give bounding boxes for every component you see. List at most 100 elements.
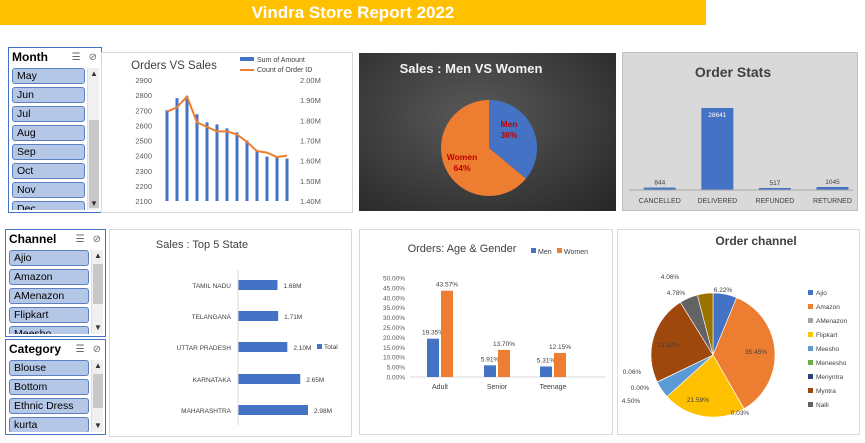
legend-swatch (808, 332, 813, 337)
slicer-item-may[interactable]: May (12, 68, 85, 84)
data-label: 5.91% (481, 356, 500, 363)
slicer-item-dec[interactable]: Dec (12, 201, 85, 210)
legend-swatch (557, 248, 562, 253)
legend-swatch (808, 360, 813, 365)
clear-filter-icon[interactable]: ⊘ (89, 52, 97, 63)
y-tick-label: 20.00% (383, 335, 405, 342)
scroll-up-icon[interactable]: ▲ (88, 68, 100, 80)
channel-slicer-header: Channel ☰ ⊘ (6, 230, 105, 248)
slicer-item-blouse[interactable]: Blouse (9, 360, 89, 376)
data-label: 0.00% (631, 385, 650, 392)
scroll-down-icon[interactable]: ▼ (92, 420, 104, 432)
legend-label: Men (538, 249, 552, 256)
bar (175, 98, 179, 201)
data-label: 0.06% (623, 369, 642, 376)
top-state-chart: Sales : Top 5 State TAMIL NADU 1.68M TELANG… (156, 239, 338, 425)
multi-select-icon[interactable]: ☰ (76, 344, 85, 355)
legend-label: Ajio (816, 290, 827, 297)
slicer-item-kurta[interactable]: kurta (9, 417, 89, 432)
x-tick-label: Senior (487, 384, 508, 391)
y-tick-label: TAMIL NADU (192, 283, 231, 290)
slicer-item-meesho[interactable]: Meesho (9, 326, 89, 334)
slicer-item-amenazon[interactable]: AMenazon (9, 288, 89, 304)
legend-label: Flipkart (816, 332, 838, 339)
slicer-item-oct[interactable]: Oct (12, 163, 85, 179)
legend-label: Women (564, 249, 588, 256)
month-slicer-title: Month (12, 50, 48, 64)
slicer-item-ethnic-dress[interactable]: Ethnic Dress (9, 398, 89, 414)
bar (215, 124, 219, 201)
data-label: 844 (654, 180, 665, 187)
slice-value: 64% (453, 163, 470, 173)
category-slicer-list: Blouse Bottom Ethnic Dress kurta (9, 360, 89, 432)
order-stats-panel[interactable]: Order Stats 844 CANCELLED 28641 DELIVERED 517… (622, 52, 858, 211)
scroll-down-icon[interactable]: ▼ (88, 198, 100, 210)
scroll-thumb[interactable] (93, 374, 103, 408)
y-tick-label: 25.00% (383, 325, 405, 332)
chart-title: Orders VS Sales (131, 60, 217, 72)
scroll-up-icon[interactable]: ▲ (92, 360, 104, 372)
month-slicer-list: May Jun Jul Aug Sep Oct Nov Dec (12, 68, 85, 210)
slicer-item-sep[interactable]: Sep (12, 144, 85, 160)
data-label: 43.57% (436, 282, 458, 289)
chart-title: Sales : Top 5 State (156, 239, 248, 251)
bar (554, 352, 566, 377)
chart-title: Order Stats (695, 64, 771, 80)
y-tick-label: 45.00% (383, 285, 405, 292)
order-channel-panel[interactable]: Order channel 6.22% 35.45% 0.03% 21.59% 4.50%… (617, 229, 860, 435)
slicer-item-jun[interactable]: Jun (12, 87, 85, 103)
data-label: 12.15% (549, 344, 571, 351)
legend-swatch (808, 374, 813, 379)
data-label: 2.98M (314, 408, 332, 415)
month-scrollbar[interactable]: ▲ ▼ (87, 68, 99, 210)
scroll-thumb[interactable] (89, 120, 99, 208)
y-tick-label: 0.00% (387, 375, 406, 382)
y-tick-label: 30.00% (383, 315, 405, 322)
channel-scrollbar[interactable]: ▲ ▼ (91, 250, 103, 334)
data-label: 19.35% (422, 330, 444, 337)
data-label: 2.65M (306, 377, 324, 384)
bar (285, 158, 289, 201)
bar (498, 349, 510, 377)
age-gender-chart: Orders: Age & Gender Men Women 50.00% 45.00%… (383, 243, 605, 391)
slicer-item-jul[interactable]: Jul (12, 106, 85, 122)
orders-vs-sales-panel[interactable]: Orders VS Sales 2900 2800 2700 2600 2500 2400 2… (101, 52, 353, 213)
x-tick-label: RETURNED (813, 198, 852, 205)
orders-vs-sales-chart: Orders VS Sales 2900 2800 2700 2600 2500 2400 2… (131, 57, 321, 206)
legend-label: Sum of Amount (257, 57, 305, 64)
data-label: 1.71M (284, 314, 302, 321)
scroll-down-icon[interactable]: ▼ (92, 322, 104, 334)
slicer-item-nov[interactable]: Nov (12, 182, 85, 198)
data-label: 28641 (708, 112, 726, 119)
scroll-thumb[interactable] (93, 264, 103, 304)
y-tick-label: UTTAR PRADESH (177, 345, 232, 352)
multi-select-icon[interactable]: ☰ (76, 234, 85, 245)
legend-swatch (808, 402, 813, 407)
legend-swatch (808, 318, 813, 323)
slice-value: 36% (500, 130, 517, 140)
legend-swatch (317, 344, 322, 349)
scroll-up-icon[interactable]: ▲ (92, 250, 104, 262)
slicer-item-amazon[interactable]: Amazon (9, 269, 89, 285)
men-women-panel[interactable]: Sales : Men VS Women Men 36% Women 64% (359, 53, 616, 211)
y-tick-label: 40.00% (383, 295, 405, 302)
y-tick-label: 2800 (135, 91, 152, 100)
category-scrollbar[interactable]: ▲ ▼ (91, 360, 103, 432)
legend-label: Meneesho (816, 360, 847, 367)
y-tick-label: TELANGANA (192, 314, 232, 321)
slicer-item-bottom[interactable]: Bottom (9, 379, 89, 395)
y2-tick-label: 1.40M (300, 197, 321, 206)
data-label: 35.45% (745, 349, 767, 356)
y-tick-label: MAHARASHTRA (181, 408, 232, 415)
slicer-item-flipkart[interactable]: Flipkart (9, 307, 89, 323)
age-gender-panel[interactable]: Orders: Age & Gender Men Women 50.00% 45.00%… (359, 229, 613, 435)
y-tick-label: 2400 (135, 152, 152, 161)
multi-select-icon[interactable]: ☰ (72, 52, 81, 63)
clear-filter-icon[interactable]: ⊘ (93, 234, 101, 245)
clear-filter-icon[interactable]: ⊘ (93, 344, 101, 355)
top-state-panel[interactable]: Sales : Top 5 State TAMIL NADU 1.68M TELANG… (109, 229, 352, 437)
slicer-item-aug[interactable]: Aug (12, 125, 85, 141)
data-label: 13.70% (493, 341, 515, 348)
slicer-item-ajio[interactable]: Ajio (9, 250, 89, 266)
x-tick-label: Teenage (540, 384, 567, 391)
